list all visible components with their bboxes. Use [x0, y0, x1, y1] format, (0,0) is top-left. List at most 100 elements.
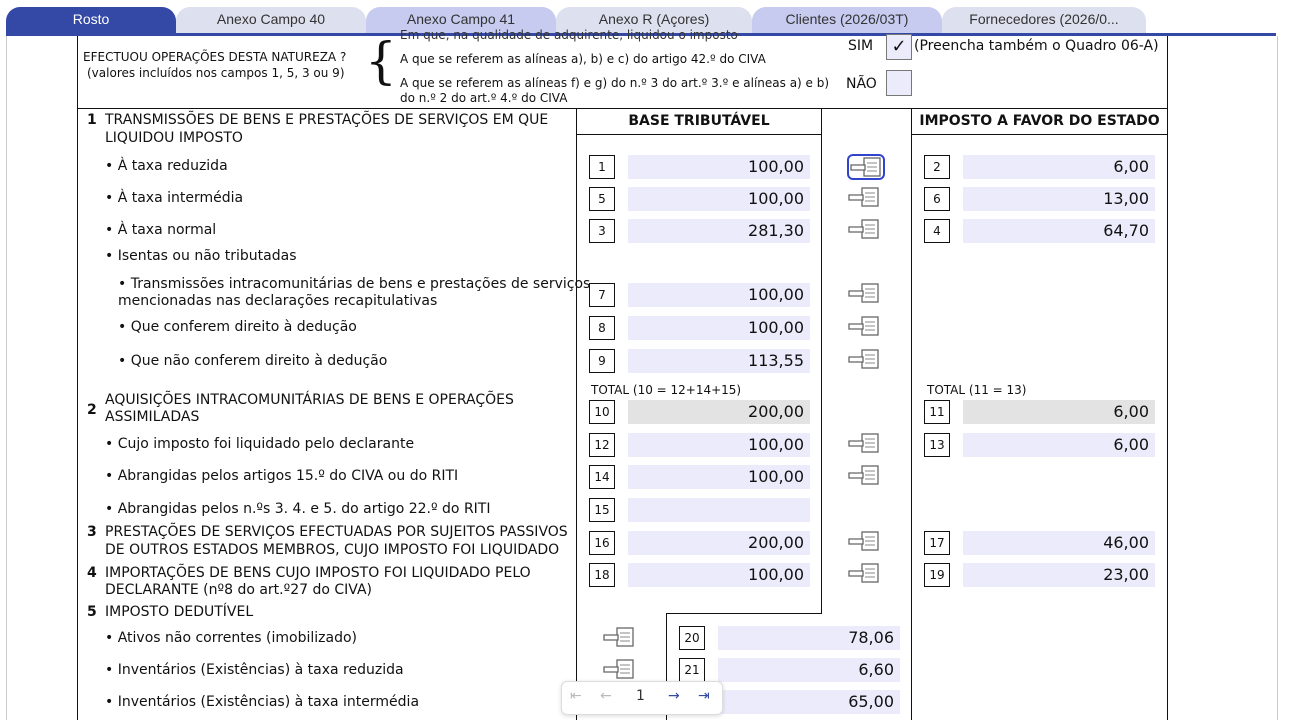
field-14-input[interactable]: 100,00 — [628, 465, 810, 489]
prev-page-icon[interactable]: ← — [600, 688, 612, 704]
step-line — [666, 613, 822, 614]
question-note: (valores incluídos nos campos 1, 5, 3 ou… — [87, 66, 345, 80]
label-conferem: • Que conferem direito à dedução — [118, 319, 357, 335]
label-abrangidas-15: • Abrangidas pelos artigos 15.º do CIVA … — [105, 468, 459, 484]
field-18-box: 18 — [589, 563, 615, 587]
field-13-box: 13 — [924, 433, 950, 457]
document-hand-icon[interactable] — [847, 530, 885, 556]
section-2-title-b: ASSIMILADAS — [105, 409, 200, 425]
field-1-box: 1 — [589, 155, 615, 179]
field-7-box: 7 — [589, 283, 615, 307]
next-page-icon[interactable]: → — [668, 688, 680, 704]
question-text: EFECTUOU OPERAÇÕES DESTA NATUREZA ? — [83, 50, 347, 64]
label-cujo-imposto: • Cujo imposto foi liquidado pelo declar… — [105, 436, 415, 452]
document-hand-icon[interactable] — [602, 626, 640, 652]
field-12-box: 12 — [589, 433, 615, 457]
field-15-box: 15 — [589, 498, 615, 522]
document-hand-icon[interactable] — [847, 432, 885, 458]
page-number: 1 — [636, 688, 645, 704]
field-5-input[interactable]: 100,00 — [628, 187, 810, 211]
section-1-number: 1 — [87, 112, 97, 128]
field-1-input[interactable]: 100,00 — [628, 155, 810, 179]
section-3-title-b: DE OUTROS ESTADOS MEMBROS, CUJO IMPOSTO … — [105, 542, 560, 558]
field-2-box: 2 — [924, 155, 950, 179]
field-10-box: 10 — [589, 400, 615, 424]
document-hand-icon[interactable] — [847, 562, 885, 588]
field-21-input[interactable]: 6,60 — [718, 658, 900, 682]
field-16-box: 16 — [589, 531, 615, 555]
label-taxa-intermedia: • À taxa intermédia — [105, 190, 244, 206]
field-3-box: 3 — [589, 219, 615, 243]
label-nao-conferem: • Que não conferem direito à dedução — [118, 353, 388, 369]
section-4-number: 4 — [87, 565, 97, 581]
tab-clientes[interactable]: Clientes (2026/03T) — [752, 7, 942, 33]
field-13-input[interactable]: 6,00 — [963, 433, 1155, 457]
field-6-input[interactable]: 13,00 — [963, 187, 1155, 211]
nao-checkbox[interactable] — [886, 70, 912, 96]
document-hand-icon[interactable] — [847, 218, 885, 244]
field-16-input[interactable]: 200,00 — [628, 531, 810, 555]
label-taxa-normal: • À taxa normal — [105, 222, 217, 238]
clipped-line: Em que, na qualidade de adquirente, liqu… — [400, 28, 738, 42]
base-header-line — [576, 134, 822, 135]
field-11-total: 6,00 — [963, 400, 1155, 424]
sim-label: SIM — [848, 38, 874, 54]
label-intra-a: • Transmissões intracomunitárias de bens… — [118, 276, 591, 292]
field-3-input[interactable]: 281,30 — [628, 219, 810, 243]
nao-label: NÃO — [846, 76, 877, 92]
field-9-input[interactable]: 113,55 — [628, 349, 810, 373]
imp-col-left — [911, 108, 912, 720]
section-2-number: 2 — [87, 402, 97, 418]
document-hand-icon[interactable] — [847, 464, 885, 490]
field-12-input[interactable]: 100,00 — [628, 433, 810, 457]
first-page-icon[interactable]: ⇤ — [570, 688, 582, 704]
section-5-number: 5 — [87, 604, 97, 620]
section-5-title: IMPOSTO DEDUTÍVEL — [105, 604, 254, 620]
brace-icon: { — [365, 32, 397, 90]
label-ativos: • Ativos não correntes (imobilizado) — [105, 630, 357, 646]
field-22-input[interactable]: 65,00 — [718, 690, 900, 714]
tab-fornecedores[interactable]: Fornecedores (2026/0... — [942, 7, 1146, 33]
field-20-input[interactable]: 78,06 — [718, 626, 900, 650]
field-17-box: 17 — [924, 531, 950, 555]
pagination-bar: ⇤ ← 1 → ⇥ — [561, 681, 723, 715]
base-col-right — [821, 108, 822, 613]
section-3-number: 3 — [87, 524, 97, 540]
tab-anexo-campo-40[interactable]: Anexo Campo 40 — [176, 7, 366, 33]
field-4-input[interactable]: 64,70 — [963, 219, 1155, 243]
label-intra-b: mencionadas nas declarações recapitulati… — [118, 293, 438, 309]
alinea-2b: do n.º 2 do art.º 4.º do CIVA — [400, 91, 568, 105]
field-20-box: 20 — [679, 626, 705, 650]
field-4-box: 4 — [924, 219, 950, 243]
field-14-box: 14 — [589, 465, 615, 489]
field-19-input[interactable]: 23,00 — [963, 563, 1155, 587]
field-5-box: 5 — [589, 187, 615, 211]
document-hand-icon[interactable] — [847, 186, 885, 212]
field-10-total: 200,00 — [628, 400, 810, 424]
field-17-input[interactable]: 46,00 — [963, 531, 1155, 555]
field-15-input[interactable] — [628, 498, 810, 522]
section-4-title-a: IMPORTAÇÕES DE BENS CUJO IMPOSTO FOI LIQ… — [105, 565, 531, 581]
header-base-tributavel: BASE TRIBUTÁVEL — [628, 113, 770, 129]
field-8-box: 8 — [589, 316, 615, 340]
document-hand-icon[interactable] — [847, 282, 885, 308]
sim-checkbox[interactable]: ✓ — [886, 34, 912, 60]
header-imposto: IMPOSTO A FAVOR DO ESTADO — [919, 113, 1160, 129]
total-base-label: TOTAL (10 = 12+14+15) — [591, 383, 742, 397]
last-page-icon[interactable]: ⇥ — [698, 688, 710, 704]
document-hand-icon[interactable] — [847, 154, 885, 180]
document-hand-icon[interactable] — [847, 348, 885, 374]
base-col-left — [576, 108, 577, 720]
field-8-input[interactable]: 100,00 — [628, 316, 810, 340]
label-inv-intermedia: • Inventários (Existências) à taxa inter… — [105, 694, 420, 710]
label-inv-reduzida: • Inventários (Existências) à taxa reduz… — [105, 662, 404, 678]
field-7-input[interactable]: 100,00 — [628, 283, 810, 307]
field-18-input[interactable]: 100,00 — [628, 563, 810, 587]
frame-divider — [77, 108, 1168, 109]
field-2-input[interactable]: 6,00 — [963, 155, 1155, 179]
form-sheet: EFECTUOU OPERAÇÕES DESTA NATUREZA ? (val… — [6, 28, 1278, 720]
alinea-1: A que se referem as alíneas a), b) e c) … — [400, 52, 766, 66]
section-1-title-b: LIQUIDOU IMPOSTO — [105, 130, 243, 146]
tab-rosto[interactable]: Rosto — [6, 7, 176, 33]
document-hand-icon[interactable] — [847, 315, 885, 341]
